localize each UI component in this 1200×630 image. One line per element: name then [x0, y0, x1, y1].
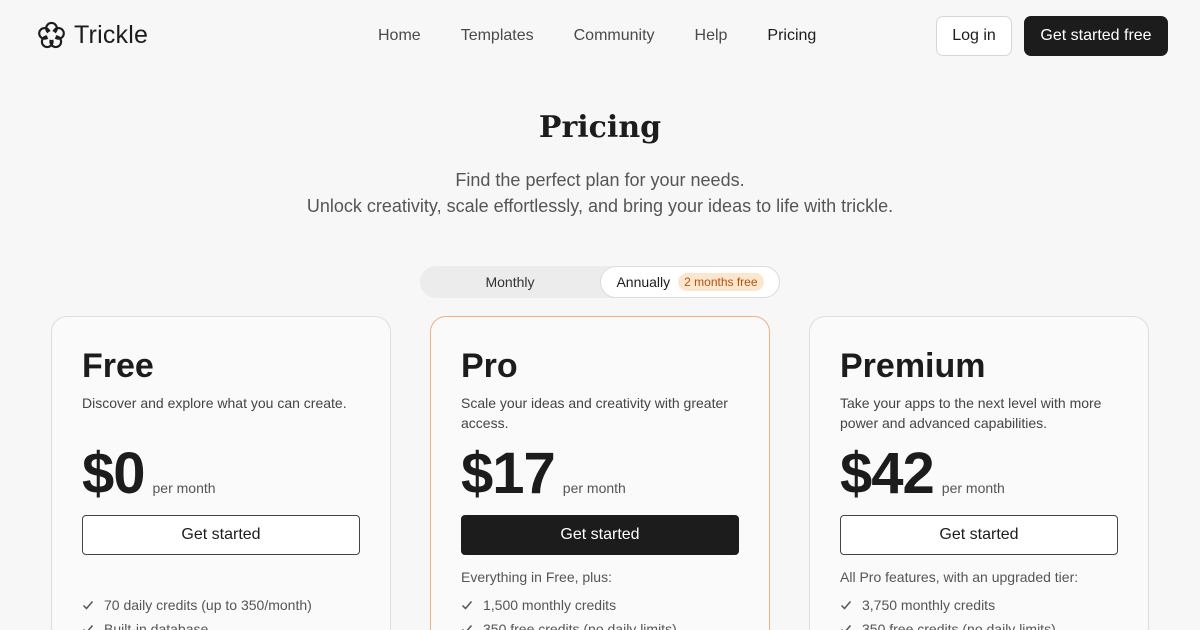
billing-annual-label: Annually — [616, 274, 671, 290]
nav-help[interactable]: Help — [695, 26, 728, 46]
nav-home[interactable]: Home — [378, 26, 421, 46]
page-subtitle-2: Unlock creativity, scale effortlessly, a… — [306, 196, 894, 216]
page-subtitle-1: Find the perfect plan for your needs. — [455, 170, 745, 190]
feature-list: 3,750 monthly credits 350 free credits (… — [840, 593, 1056, 630]
billing-toggle: Monthly Annually 2 months free — [420, 266, 780, 298]
plan-price: $0 per month — [82, 441, 216, 507]
check-icon — [461, 601, 473, 610]
plan-name: Premium — [840, 347, 986, 385]
brand-logo[interactable]: Trickle — [36, 20, 148, 51]
plan-description: Take your apps to the next level with mo… — [840, 395, 1102, 431]
plan-name: Pro — [461, 347, 518, 385]
check-icon — [83, 625, 94, 630]
check-icon — [82, 601, 94, 610]
feature-item: 70 daily credits (up to 350/month) — [82, 593, 312, 617]
pro-get-started-button[interactable]: Get started — [461, 515, 739, 555]
feature-list: 70 daily credits (up to 350/month) Built… — [82, 593, 312, 630]
nav-community[interactable]: Community — [574, 26, 655, 46]
price-period: per month — [152, 480, 216, 496]
price-period: per month — [941, 480, 1005, 496]
check-icon — [462, 625, 473, 630]
features-intro: All Pro features, with an upgraded tier: — [840, 569, 1079, 585]
billing-annual-option[interactable]: Annually 2 months free — [600, 266, 780, 298]
price-period: per month — [562, 480, 626, 496]
price-amount: $42 — [840, 441, 935, 506]
nav-templates[interactable]: Templates — [461, 26, 534, 46]
feature-item: Built-in database — [82, 617, 312, 630]
site-header: Trickle Home Templates Community Help Pr… — [0, 0, 1200, 72]
price-amount: $0 — [82, 441, 146, 506]
flower-logo-icon — [38, 21, 65, 49]
check-icon — [841, 625, 852, 630]
feature-text: 3,750 monthly credits — [862, 597, 996, 613]
feature-item: 350 free credits (no daily limits) — [461, 617, 677, 630]
get-started-free-button[interactable]: Get started free — [1024, 16, 1168, 56]
login-button[interactable]: Log in — [936, 16, 1012, 56]
feature-text: Built-in database — [104, 621, 209, 630]
brand-name: Trickle — [74, 21, 149, 49]
feature-list: 1,500 monthly credits 350 free credits (… — [461, 593, 677, 630]
features-intro: Everything in Free, plus: — [461, 569, 612, 585]
plan-description: Discover and explore what you can create… — [82, 395, 347, 411]
plan-description: Scale your ideas and creativity with gre… — [461, 395, 728, 431]
plan-name: Free — [82, 347, 154, 385]
price-amount: $17 — [461, 441, 556, 506]
free-get-started-button[interactable]: Get started — [82, 515, 360, 555]
plan-card-pro: Pro Scale your ideas and creativity with… — [430, 316, 770, 630]
feature-text: 350 free credits (no daily limits) — [862, 621, 1056, 630]
premium-get-started-button[interactable]: Get started — [840, 515, 1118, 555]
check-icon — [840, 601, 852, 610]
plan-price: $17 per month — [461, 441, 626, 507]
feature-item: 350 free credits (no daily limits) — [840, 617, 1056, 630]
nav-pricing[interactable]: Pricing — [767, 26, 816, 46]
feature-item: 1,500 monthly credits — [461, 593, 677, 617]
feature-text: 70 daily credits (up to 350/month) — [104, 597, 312, 613]
feature-text: 1,500 monthly credits — [483, 597, 617, 613]
plan-card-premium: Premium Take your apps to the next level… — [809, 316, 1149, 630]
plan-price: $42 per month — [840, 441, 1005, 507]
feature-item: 3,750 monthly credits — [840, 593, 1056, 617]
billing-monthly-option[interactable]: Monthly — [420, 266, 600, 298]
feature-text: 350 free credits (no daily limits) — [483, 621, 677, 630]
main-nav: Home Templates Community Help Pricing — [378, 26, 856, 46]
plan-card-free: Free Discover and explore what you can c… — [51, 316, 391, 630]
discount-badge: 2 months free — [678, 273, 764, 291]
page-title: Pricing — [538, 110, 662, 145]
